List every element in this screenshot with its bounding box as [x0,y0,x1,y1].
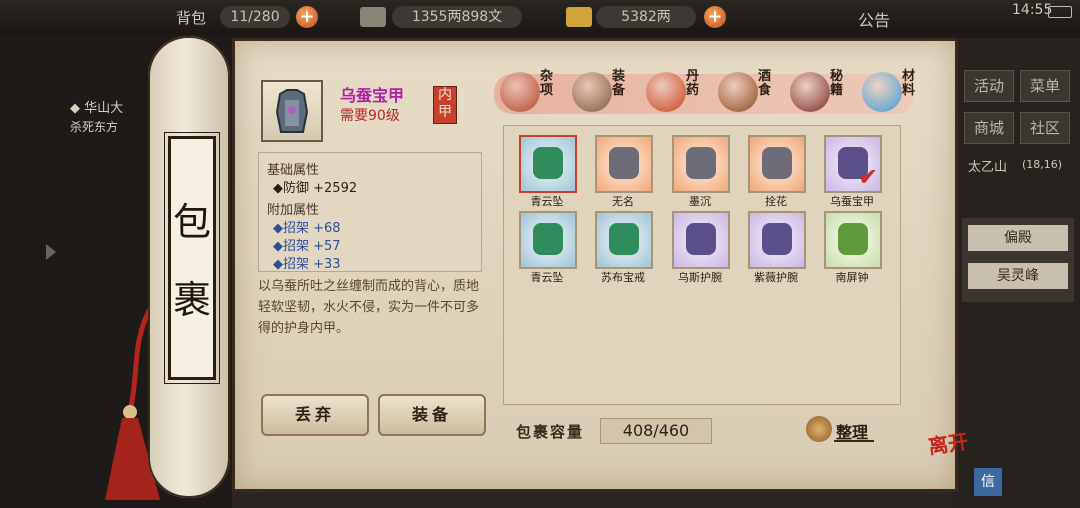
scroll-title-box: 包 裹 [164,132,220,384]
jade-pendant-icon [533,147,563,179]
equip-button[interactable]: 装备 [378,394,486,436]
pill-icon [646,72,686,112]
battery-icon [1048,6,1072,18]
dagger-icon [609,147,639,179]
inventory-slot[interactable]: ✔ [824,135,882,193]
extra-stats-title: 附加属性 [267,203,320,218]
gold-icon [566,7,592,27]
base-stat: ◆防御 +2592 [273,181,358,196]
scroll-char: 裹 [172,278,211,322]
inventory-slot[interactable] [748,135,806,193]
extra-stat: ◆招架 +57 [273,239,341,254]
bag-label-fragment: 背包 [176,9,207,27]
equipped-check-icon: ✔ [858,163,879,191]
clock: 14:55 [1012,2,1053,18]
place-item[interactable]: 吴灵峰 [968,263,1068,289]
slot-label: 南屏钟 [835,271,869,284]
item-level-req: 需要90级 [340,108,400,124]
location-name: 太乙山 [968,160,1008,175]
slot-label: 紫薇护腕 [754,271,798,284]
message-button[interactable]: 信 [974,468,1002,496]
category-label: 装备 [612,69,626,98]
expand-arrow-icon[interactable] [46,244,56,260]
leave-button[interactable]: 离开 [926,425,970,459]
bracer-icon [762,223,792,255]
activity-button[interactable]: 活动 [964,70,1014,102]
inventory-slot[interactable] [748,211,806,269]
item-description: 以乌蚕所吐之丝缠制而成的背心，质地轻软坚韧，水火不侵，实为一件不可多得的护身内甲… [258,279,480,336]
discard-button[interactable]: 丢弃 [261,394,369,436]
gold-amount: 5382两 [596,6,696,28]
top-bar [0,0,1080,34]
category-label: 材料 [902,69,916,98]
sort-underline [834,440,874,442]
add-gold-button[interactable]: + [704,6,726,28]
weapon-icon [572,72,612,112]
slot-label: 无名 [612,195,634,208]
menu-button[interactable]: 菜单 [1020,70,1070,102]
slot-tag-char: 甲 [438,104,452,120]
add-bag-button[interactable]: + [296,6,318,28]
silver-amount: 1355两898文 [392,6,522,28]
flower-weapon-icon [762,147,792,179]
place-item[interactable]: 偏殿 [968,225,1068,251]
slot-label: 乌蚕宝甲 [830,195,874,208]
selected-item-slot [261,80,323,142]
inventory-slot[interactable] [595,211,653,269]
category-label: 杂项 [540,69,554,98]
item-slot-tag: 内 甲 [433,86,457,124]
crystal-icon [862,72,902,112]
bell-icon [838,223,868,255]
slot-label: 青云坠 [530,271,564,284]
scroll-char: 包 [172,200,211,244]
community-button[interactable]: 社区 [1020,112,1070,144]
notice-button[interactable]: 公告 [858,7,890,31]
slot-tag-char: 内 [438,87,452,103]
inventory-slot[interactable] [519,211,577,269]
capacity-label: 包裹容量 [516,423,585,441]
stats-box: 基础属性 ◆防御 +2592 附加属性 ◆招架 +68 ◆招架 +57 ◆招架 … [258,152,482,272]
extra-stat: ◆招架 +33 [273,257,341,272]
inventory-slot[interactable] [595,135,653,193]
sort-bag-icon[interactable] [806,416,832,442]
armor-icon [275,89,309,133]
category-label: 秘籍 [830,69,844,98]
slot-label: 乌斯护腕 [678,271,722,284]
slot-label: 墨沉 [689,195,711,208]
dagger-icon [686,147,716,179]
bag-count: 11/280 [220,6,290,28]
base-stats-title: 基础属性 [267,163,320,178]
bracer-icon [686,223,716,255]
jar-icon [718,72,758,112]
capacity-value: 408/460 [600,418,712,444]
inventory-slot[interactable] [672,135,730,193]
pot-icon [500,72,540,112]
jade-pendant-icon [533,223,563,255]
inventory-slot[interactable] [824,211,882,269]
quest-title[interactable]: ◆ 华山大 [70,97,123,116]
silver-icon [360,7,386,27]
location-coords: (18,16) [1022,158,1063,171]
slot-label: 苏布宝戒 [601,271,645,284]
quest-desc: 杀死东方 [70,120,119,134]
slot-label: 拴花 [765,195,787,208]
shop-button[interactable]: 商城 [964,112,1014,144]
inventory-slot[interactable] [519,135,577,193]
category-label: 丹药 [686,69,700,98]
category-bar [494,74,914,114]
inventory-slot[interactable] [672,211,730,269]
slot-label: 青云坠 [530,195,564,208]
book-icon [790,72,830,112]
category-label: 酒食 [758,69,772,98]
ring-icon [609,223,639,255]
extra-stat: ◆招架 +68 [273,221,341,236]
item-name: 乌蚕宝甲 [340,86,405,105]
